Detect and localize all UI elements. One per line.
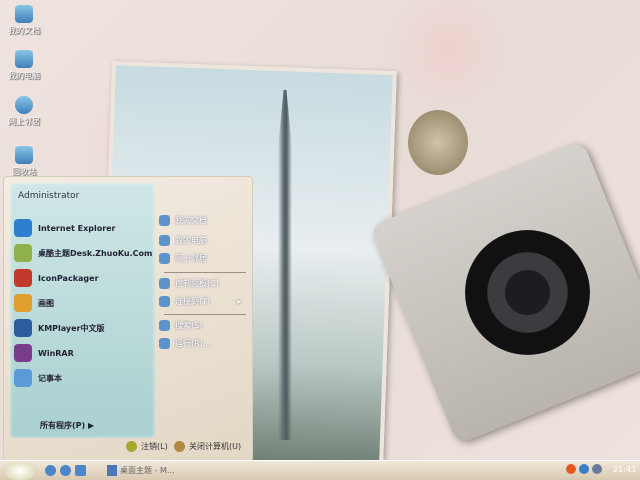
- wallpaper-pendant: [408, 110, 468, 175]
- logoff-icon: [126, 441, 137, 452]
- divider: [164, 272, 246, 273]
- my-documents-icon: [159, 215, 170, 226]
- start-menu-place-item[interactable]: 运行(R)...: [159, 338, 210, 349]
- network-tray-icon[interactable]: [578, 464, 589, 474]
- desktop-icon-my-computer[interactable]: 我的电脑: [4, 50, 44, 81]
- zhuoku-icon: [14, 244, 32, 262]
- start-menu-place-item[interactable]: 搜索(S): [159, 320, 202, 331]
- start-menu-place-item[interactable]: 网上邻居: [159, 253, 207, 264]
- my-computer-icon: [15, 50, 33, 68]
- start-menu-place-item[interactable]: 连接到(T) ▸: [159, 296, 241, 307]
- program-item[interactable]: 桌酷主题Desk.ZhuoKu.Com: [14, 242, 152, 264]
- network-icon: [15, 96, 33, 114]
- program-item[interactable]: WinRAR: [14, 342, 74, 364]
- volume-icon[interactable]: [591, 464, 602, 474]
- desktop-icon-recycle-bin[interactable]: 回收站: [4, 146, 44, 177]
- start-menu-place-item[interactable]: 我的电脑: [159, 235, 207, 246]
- desktop-icon-network[interactable]: 网上邻居: [4, 96, 44, 127]
- start-menu-place-item[interactable]: 我的文档: [159, 215, 207, 226]
- logoff-button[interactable]: 注销(L): [126, 441, 168, 452]
- program-item[interactable]: IconPackager: [14, 267, 99, 289]
- shutdown-icon: [174, 441, 185, 452]
- ie-quicklaunch-icon[interactable]: [45, 465, 56, 476]
- notepad-icon: [14, 369, 32, 387]
- paint-icon: [14, 294, 32, 312]
- program-item[interactable]: 画图: [14, 292, 54, 314]
- winrar-icon: [14, 344, 32, 362]
- run-icon: [159, 338, 170, 349]
- shutdown-button[interactable]: 关闭计算机(U): [174, 441, 241, 452]
- media-quicklaunch-icon[interactable]: [60, 465, 71, 476]
- start-button[interactable]: [6, 462, 34, 480]
- program-item[interactable]: Internet Explorer: [14, 217, 116, 239]
- arrow-right-icon: ▶: [87, 421, 95, 430]
- connect-icon: [159, 296, 170, 307]
- kmplayer-icon: [14, 319, 32, 337]
- window-icon: [107, 465, 117, 476]
- start-menu-place-item[interactable]: 控制面板(C): [159, 278, 219, 289]
- taskbar: 桌面主题 - M... 21:43: [0, 460, 640, 480]
- program-item[interactable]: KMPlayer中文版: [14, 317, 105, 339]
- clock[interactable]: 21:43: [613, 465, 636, 474]
- my-computer-icon: [159, 235, 170, 246]
- ie-icon: [14, 219, 32, 237]
- recycle-bin-icon: [15, 146, 33, 164]
- divider: [164, 314, 246, 315]
- control-panel-icon: [159, 278, 170, 289]
- qq-icon[interactable]: [565, 464, 576, 474]
- taskbar-window-button[interactable]: 桌面主题 - M...: [107, 463, 202, 478]
- desktop-icon-my-documents[interactable]: 我的文档: [4, 5, 44, 36]
- start-menu-programs-pane: Administrator Internet Explorer 桌酷主题Desk.…: [10, 183, 155, 438]
- all-programs-button[interactable]: 所有程序(P) ▶: [40, 420, 94, 431]
- network-icon: [159, 253, 170, 264]
- search-icon: [159, 320, 170, 331]
- my-documents-icon: [15, 5, 33, 23]
- arrow-right-icon: ▸: [237, 297, 242, 306]
- wallpaper-camera-lens: [465, 230, 590, 355]
- program-item[interactable]: 记事本: [14, 367, 62, 389]
- start-menu: Administrator Internet Explorer 桌酷主题Desk.…: [3, 176, 253, 462]
- system-tray: 21:43: [565, 464, 636, 474]
- iconpackager-icon: [14, 269, 32, 287]
- user-name: Administrator: [18, 191, 80, 201]
- desktop-quicklaunch-icon[interactable]: [75, 465, 86, 476]
